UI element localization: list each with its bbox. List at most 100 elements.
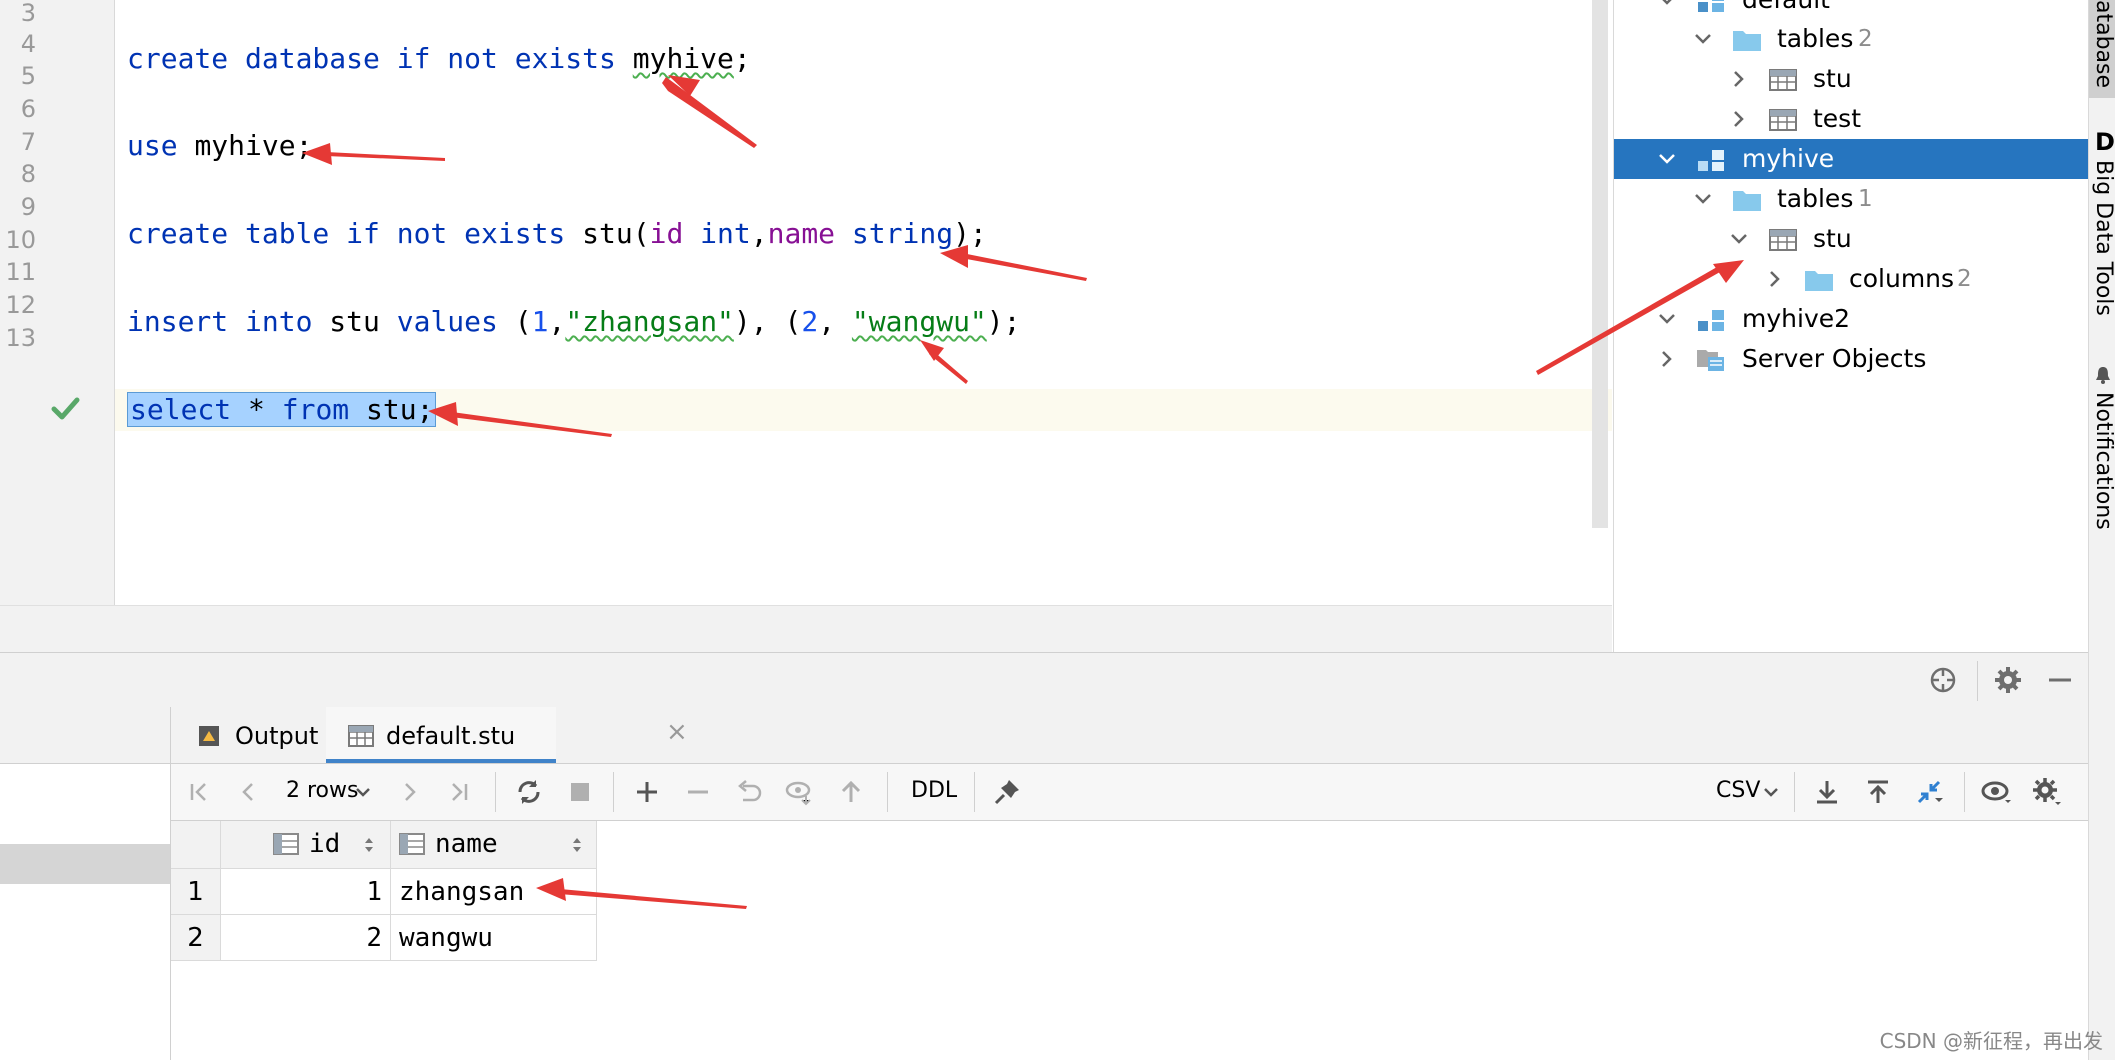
code-number: 1 [531,305,549,338]
chevron-down-icon[interactable] [1692,187,1714,211]
tree-node-tables[interactable]: tables 2 [1614,19,2089,59]
ddl-button[interactable]: DDL [911,778,957,803]
result-tabs: Output default.stu × [171,707,2088,764]
tree-node-server-objects[interactable]: Server Objects [1614,339,2089,379]
line-number: 4 [20,30,36,58]
chevron-down-icon[interactable] [1656,147,1678,171]
line-number: 5 [20,62,36,90]
sql-editor[interactable]: 3 4 5 6 7 8 9 10 11 12 13 create databas… [0,0,1612,653]
chevron-down-icon[interactable] [1656,307,1678,331]
add-row-icon[interactable] [631,776,663,808]
code-line-create-database[interactable]: create database if not exists myhive; [127,40,751,78]
chevron-down-icon[interactable] [1692,27,1714,51]
first-page-icon[interactable] [183,776,215,808]
next-page-icon[interactable] [393,776,425,808]
code-selection[interactable]: select * from stu; [127,392,437,427]
line-number: 3 [20,0,36,27]
sort-icon[interactable] [571,835,583,855]
row-number[interactable]: 1 [171,869,221,915]
services-tool-window-header [0,652,2088,708]
tree-node-myhive[interactable]: myhive [1614,139,2089,179]
tab-label: Output [235,722,319,750]
separator [495,772,496,812]
crosshair-icon[interactable] [1928,665,1958,695]
gear-icon[interactable] [1993,665,2023,695]
code-line-use[interactable]: use myhive; [127,127,312,165]
checkmark-icon [51,397,80,420]
settings-icon[interactable] [2031,776,2063,808]
previous-page-icon[interactable] [233,776,265,808]
line-number: 9 [20,193,36,221]
column-icon [273,833,299,855]
chevron-right-icon[interactable] [1656,347,1678,371]
format-dropdown[interactable]: CSV [1716,778,1760,803]
code-line-create-table[interactable]: create table if not exists stu(id int,na… [127,215,987,253]
grid-cell-name[interactable]: zhangsan [391,869,597,915]
grid-cell-id[interactable]: 1 [221,869,391,915]
code-punct: ); [986,305,1021,338]
database-explorer-tree[interactable]: default tables 2 stu test myhive tables … [1613,0,2089,652]
column-header-label: id [309,829,341,859]
big-data-tools-letter: D [2095,128,2115,156]
chevron-down-icon[interactable] [353,776,373,808]
result-grid[interactable]: id name 1 1 zhangsan 2 2 wangwu [171,821,2088,1060]
sort-icon[interactable] [363,835,375,855]
tab-output[interactable]: Output [171,707,321,763]
tree-node-tables[interactable]: tables 1 [1614,179,2089,219]
chevron-right-icon[interactable] [1728,107,1750,131]
chevron-down-icon[interactable] [1761,776,1781,808]
export-icon[interactable] [1811,776,1843,808]
close-icon[interactable]: × [666,717,688,747]
code-punct: , [548,305,566,338]
code-line-insert[interactable]: insert into stu values (1,"zhangsan"), (… [127,303,1021,341]
notifications-side-tab[interactable]: Notifications [2091,392,2115,530]
tree-node-table-stu[interactable]: stu [1614,219,2089,259]
line-number: 10 [5,226,36,254]
watermark: CSDN @新征程，再出发 [1879,1029,2103,1053]
code-line-select[interactable]: select * from stu; [127,391,437,429]
compare-icon[interactable] [1913,776,1945,808]
column-icon [399,833,425,855]
tree-count: 1 [1858,186,1873,212]
import-icon[interactable] [1862,776,1894,808]
last-page-icon[interactable] [443,776,475,808]
preview-changes-icon[interactable] [784,776,816,808]
chevron-down-icon[interactable] [1728,227,1750,251]
big-data-tools-side-tab[interactable]: Big Data Tools [2091,160,2115,316]
minimize-icon[interactable] [2045,665,2075,695]
pin-icon[interactable] [991,776,1023,808]
stop-icon[interactable] [564,776,596,808]
column-header-id[interactable]: id [221,821,391,869]
editor-scrollbar[interactable] [1592,0,1608,528]
tree-node-default[interactable]: default [1614,0,2089,20]
services-tree-panel[interactable] [0,707,171,1060]
remove-row-icon[interactable] [682,776,714,808]
grid-cell-name[interactable]: wangwu [391,915,597,961]
tree-label: Server Objects [1742,344,1927,373]
tree-label: default [1742,0,1830,14]
row-number[interactable]: 2 [171,915,221,961]
revert-icon[interactable] [733,776,765,808]
tree-node-table-test[interactable]: test [1614,99,2089,139]
tree-node-columns[interactable]: columns 2 [1614,259,2089,299]
grid-cell-id[interactable]: 2 [221,915,391,961]
code-keyword: values [396,305,498,338]
tab-default-stu[interactable]: default.stu × [326,707,688,763]
chevron-down-icon[interactable] [1656,0,1678,12]
column-header-label: name [435,829,498,859]
code-keyword: insert into [127,305,313,338]
tree-node-myhive2[interactable]: myhive2 [1614,299,2089,339]
chevron-right-icon[interactable] [1764,267,1786,291]
line-number: 6 [20,95,36,123]
separator [613,772,614,812]
tree-node-table-stu[interactable]: stu [1614,59,2089,99]
chevron-right-icon[interactable] [1728,67,1750,91]
row-count-dropdown[interactable]: 2 rows [286,778,358,803]
database-side-tab[interactable]: atabase [2091,0,2115,88]
services-selected-item[interactable] [0,844,170,884]
submit-icon[interactable] [835,776,867,808]
column-header-name[interactable]: name [391,821,597,869]
eye-icon[interactable] [1981,776,2013,808]
tree-label: myhive2 [1742,304,1851,333]
refresh-icon[interactable] [513,776,545,808]
